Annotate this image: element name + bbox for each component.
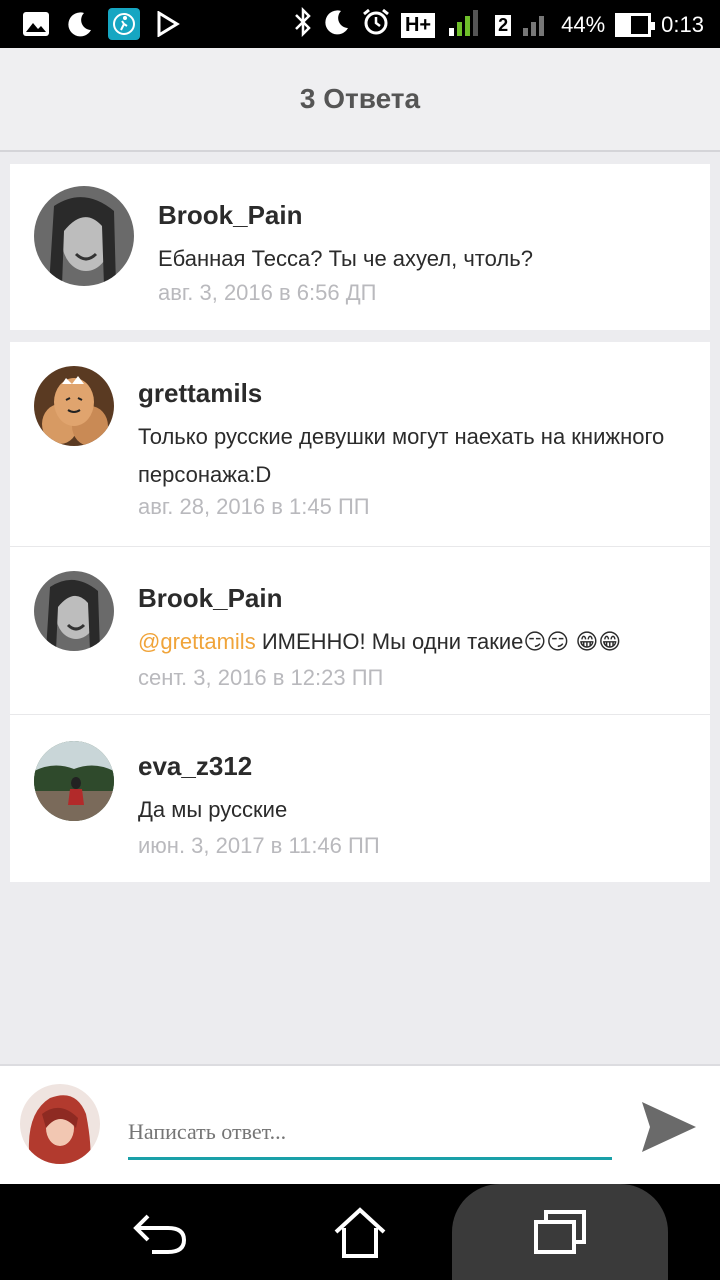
reply-timestamp: авг. 28, 2016 в 1:45 ПП: [138, 494, 370, 519]
bluetooth-icon: [293, 6, 313, 43]
comment-timestamp: авг. 3, 2016 в 6:56 ДП: [158, 280, 377, 305]
fitness-app-icon: [108, 8, 140, 40]
play-store-icon: [152, 8, 184, 40]
reply-username[interactable]: Brook_Pain: [138, 583, 283, 614]
reply-timestamp: июн. 3, 2017 в 11:46 ПП: [138, 833, 380, 858]
status-bar: H+ 2 44% 0:13: [0, 0, 720, 48]
reply-timestamp: сент. 3, 2016 в 12:23 ПП: [138, 665, 384, 690]
comment-text: Ебанная Тесса? Ты че ахуел, чтоль?: [158, 246, 533, 271]
moon-icon: [64, 8, 96, 40]
list-item: Brook_Pain @grettamils ИМЕННО! Мы одни т…: [10, 547, 710, 714]
system-icons: H+ 2 44% 0:13: [293, 6, 704, 44]
recents-icon: [534, 1210, 586, 1254]
battery-icon: [615, 13, 656, 37]
recents-button[interactable]: [530, 1204, 590, 1260]
reply-text: @grettamils ИМЕННО! Мы одни такие😏😏 😁😁: [138, 623, 621, 661]
app-header: 3 Ответа: [0, 48, 720, 152]
clock: 0:13: [661, 12, 704, 37]
mention-link[interactable]: @grettamils: [138, 629, 256, 654]
moon-icon: [323, 8, 351, 42]
back-icon: [133, 1214, 187, 1254]
back-button[interactable]: [130, 1204, 190, 1260]
reply-bar: [0, 1064, 720, 1184]
comment-username[interactable]: Brook_Pain: [158, 200, 303, 231]
home-icon: [334, 1207, 386, 1258]
avatar[interactable]: [34, 571, 114, 651]
avatar[interactable]: [34, 366, 114, 446]
send-button[interactable]: [640, 1100, 698, 1154]
reply-username[interactable]: grettamils: [138, 378, 262, 409]
original-comment-card: Brook_Pain Ебанная Тесса? Ты че ахуел, ч…: [10, 164, 710, 330]
reply-text: Только русские девушки могут наехать на …: [138, 424, 665, 487]
send-icon: [642, 1102, 696, 1152]
alarm-icon: [361, 7, 391, 43]
gallery-icon: [20, 8, 52, 40]
navigation-bar: [0, 1184, 720, 1280]
replies-card: grettamils Только русские девушки могут …: [10, 342, 710, 882]
network-type-label: H+: [400, 12, 436, 38]
sim2-label: 2: [495, 14, 512, 36]
page-title: 3 Ответа: [299, 83, 421, 114]
reply-text: Да мы русские: [138, 797, 288, 822]
avatar[interactable]: [20, 1084, 100, 1164]
avatar[interactable]: [34, 186, 134, 286]
avatar[interactable]: [34, 741, 114, 821]
signal-icon: [445, 6, 485, 44]
list-item: eva_z312 Да мы русские июн. 3, 2017 в 11…: [10, 715, 710, 882]
reply-username[interactable]: eva_z312: [138, 751, 252, 782]
notification-icons: [20, 8, 184, 40]
home-button[interactable]: [330, 1204, 390, 1260]
list-item: grettamils Только русские девушки могут …: [10, 342, 710, 546]
reply-text-body: ИМЕННО! Мы одни такие😏😏 😁😁: [255, 629, 622, 654]
reply-input[interactable]: [128, 1106, 612, 1160]
battery-fill: [618, 16, 632, 34]
signal-icon: [521, 6, 551, 44]
battery-percent: 44%: [561, 12, 606, 37]
